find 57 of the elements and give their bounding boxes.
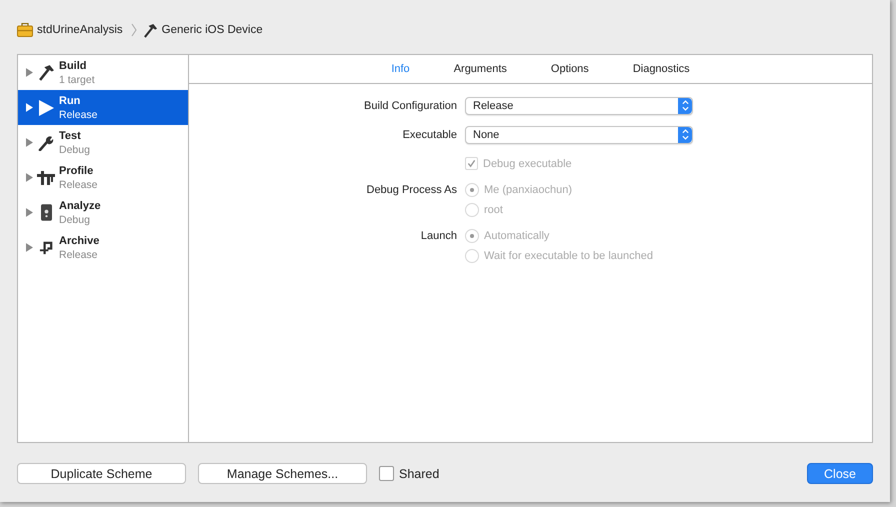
push-button[interactable]: Duplicate Scheme: [17, 463, 186, 484]
disclosure-icon: [26, 138, 33, 147]
breadcrumb-item[interactable]: stdUrineAnalysis: [37, 24, 123, 36]
tab[interactable]: Options: [528, 55, 611, 83]
device-icon: [40, 204, 52, 221]
stepper-icon: [678, 98, 692, 114]
stepper-icon: [678, 126, 692, 142]
disclosure-icon: [26, 103, 33, 112]
tab[interactable]: Diagnostics: [610, 55, 712, 83]
action-name: Build: [59, 58, 88, 72]
play-icon: [38, 100, 54, 116]
popup-button[interactable]: None: [465, 126, 693, 144]
radio-label: Me (panxiaochun): [484, 184, 572, 196]
action-detail: Debug: [59, 212, 91, 226]
shared-checkbox[interactable]: [379, 466, 394, 481]
field-label: Build Configuration: [363, 100, 458, 112]
push-button[interactable]: Manage Schemes...: [198, 463, 367, 484]
tab[interactable]: Arguments: [432, 55, 529, 83]
disclosure-icon: [26, 173, 33, 182]
close-button[interactable]: Close: [807, 463, 873, 484]
action-detail: 1 target: [59, 72, 95, 86]
action-name: Analyze: [59, 198, 101, 212]
action-detail: Release: [59, 108, 98, 122]
radio-label: root: [484, 204, 503, 216]
hammer-icon: [38, 64, 54, 81]
chevron-icon: [130, 23, 137, 37]
scheme-action-item[interactable]: Analyze Debug: [18, 195, 188, 230]
disclosure-icon: [26, 243, 33, 252]
scheme-action-item[interactable]: Run Release: [18, 90, 188, 125]
radio-label: Wait for executable to be launched: [484, 250, 653, 262]
action-detail: Release: [59, 248, 99, 262]
action-name: Run: [59, 94, 82, 108]
action-detail: Release: [59, 178, 98, 192]
field-label: Executable: [402, 128, 458, 140]
scheme-action-item[interactable]: Test Debug: [18, 125, 188, 160]
action-name: Archive: [59, 234, 100, 248]
scheme-action-item[interactable]: Build 1 target: [18, 55, 188, 90]
checkbox-label: Debug executable: [483, 158, 572, 170]
field-label: Debug Process As: [366, 184, 458, 196]
checkbox-label: Shared: [399, 466, 440, 480]
action-detail: Debug: [59, 142, 90, 156]
breadcrumb-item[interactable]: Generic iOS Device: [162, 24, 263, 36]
scheme-action-item[interactable]: Profile Release: [18, 160, 188, 195]
disclosure-icon: [26, 68, 33, 77]
tab[interactable]: Info: [369, 55, 432, 83]
clamp-icon: [38, 240, 54, 255]
toolbox-icon: [17, 23, 33, 37]
popup-button[interactable]: Release: [465, 96, 693, 114]
field-label: Launch: [420, 230, 458, 242]
hammer-icon: [142, 22, 158, 38]
wrench-icon: [38, 134, 54, 150]
radio-label: Automatically: [484, 230, 550, 242]
action-name: Profile: [59, 164, 94, 178]
caliper-icon: [37, 170, 55, 184]
action-name: Test: [59, 128, 82, 142]
scheme-action-item[interactable]: Archive Release: [18, 230, 188, 265]
disclosure-icon: [26, 208, 33, 217]
